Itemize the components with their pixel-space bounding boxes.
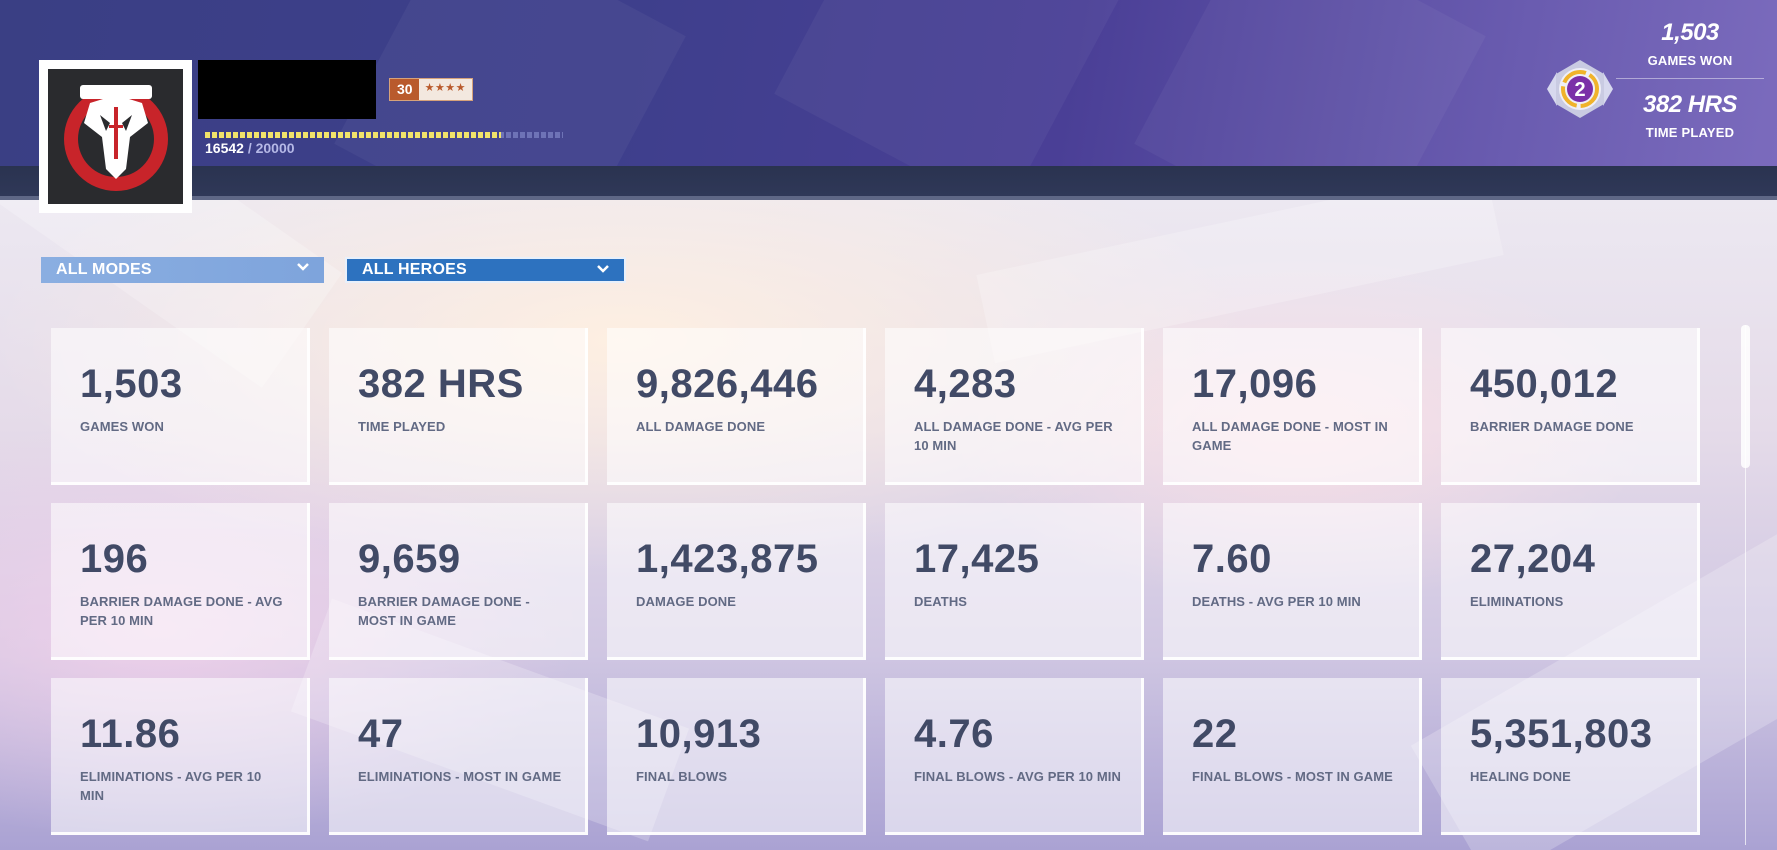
heroes-dropdown[interactable]: ALL HEROES [345, 257, 626, 283]
stat-label: DAMAGE DONE [636, 594, 737, 609]
stat-card: 11.86 ELIMINATIONS - AVG PER 10 MIN [51, 678, 310, 835]
modes-dropdown-label: ALL MODES [56, 261, 152, 278]
stat-card: 7.60 DEATHS - AVG PER 10 MIN [1163, 503, 1422, 660]
stat-value: 9,826,446 [636, 362, 819, 406]
stat-card: 27,204 ELIMINATIONS [1441, 503, 1700, 660]
stats-grid: 1,503 GAMES WON 382 HRS TIME PLAYED 9,826,… [51, 328, 1700, 835]
stat-value: 9,659 [358, 537, 461, 581]
stat-value: 27,204 [1470, 537, 1596, 581]
header-band [0, 166, 1777, 200]
scrollbar-thumb[interactable] [1741, 325, 1750, 468]
xp-readout: 16542 / 20000 [205, 140, 295, 156]
stat-value: 4.76 [914, 712, 994, 756]
summary-divider [1616, 78, 1764, 79]
level-badge: 30 ★★★★ [389, 78, 474, 101]
stat-label: ALL DAMAGE DONE [636, 419, 766, 434]
stat-value: 5,351,803 [1470, 712, 1653, 756]
stat-card: 17,096 ALL DAMAGE DONE - MOST IN GAME [1163, 328, 1422, 485]
player-avatar [39, 60, 192, 213]
stat-value: 4,283 [914, 362, 1017, 406]
stat-label: DEATHS - AVG PER 10 MIN [1192, 594, 1361, 609]
stat-value: 1,423,875 [636, 537, 819, 581]
stat-label: ALL DAMAGE DONE - MOST IN GAME [1192, 419, 1388, 453]
level-number: 30 [390, 79, 419, 100]
stat-card: 4.76 FINAL BLOWS - AVG PER 10 MIN [885, 678, 1144, 835]
stat-label: ALL DAMAGE DONE - AVG PER 10 MIN [914, 419, 1113, 453]
stat-card: 10,913 FINAL BLOWS [607, 678, 866, 835]
rank-emblem-icon: 2 [1543, 58, 1617, 120]
summary-time-played-value: 382 HRS [1643, 91, 1737, 118]
career-summary: 1,503 GAMES WON 382 HRS TIME PLAYED [1616, 19, 1764, 140]
stat-value: 17,425 [914, 537, 1040, 581]
level-stars: ★★★★ [418, 79, 473, 100]
stat-label: BARRIER DAMAGE DONE - AVG PER 10 MIN [80, 594, 283, 628]
stat-card: 1,503 GAMES WON [51, 328, 310, 485]
stat-value: 382 HRS [358, 362, 524, 406]
stat-label: DEATHS [914, 594, 968, 609]
stat-label: FINAL BLOWS [636, 769, 728, 784]
stat-value: 22 [1192, 712, 1238, 756]
stat-card: 5,351,803 HEALING DONE [1441, 678, 1700, 835]
summary-games-won-value: 1,503 [1661, 19, 1719, 46]
stat-value: 1,503 [80, 362, 183, 406]
stat-label: FINAL BLOWS - MOST IN GAME [1192, 769, 1393, 784]
modes-dropdown[interactable]: ALL MODES [41, 257, 324, 283]
header-decoration [774, 0, 1126, 166]
stat-value: 450,012 [1470, 362, 1619, 406]
stat-label: HEALING DONE [1470, 769, 1571, 784]
stat-value: 11.86 [80, 712, 181, 756]
stat-card: 17,425 DEATHS [885, 503, 1144, 660]
stat-card: 9,826,446 ALL DAMAGE DONE [607, 328, 866, 485]
player-name-redacted [198, 60, 376, 119]
stat-card: 22 FINAL BLOWS - MOST IN GAME [1163, 678, 1422, 835]
stat-card: 47 ELIMINATIONS - MOST IN GAME [329, 678, 588, 835]
stat-card: 4,283 ALL DAMAGE DONE - AVG PER 10 MIN [885, 328, 1144, 485]
stat-card: 382 HRS TIME PLAYED [329, 328, 588, 485]
chevron-down-icon [296, 260, 310, 279]
stat-label: BARRIER DAMAGE DONE [1470, 419, 1634, 434]
stat-value: 17,096 [1192, 362, 1318, 406]
stat-label: ELIMINATIONS - MOST IN GAME [358, 769, 562, 784]
xp-max: 20000 [255, 140, 295, 156]
stat-value: 47 [358, 712, 404, 756]
stat-card: 450,012 BARRIER DAMAGE DONE [1441, 328, 1700, 485]
profile-header: 30 ★★★★ 16542 / 20000 2 1,503 GAMES WON … [0, 0, 1777, 166]
stat-card: 9,659 BARRIER DAMAGE DONE - MOST IN GAME [329, 503, 588, 660]
stat-value: 196 [80, 537, 149, 581]
stat-label: GAMES WON [80, 419, 164, 434]
chevron-down-icon [596, 262, 610, 281]
header-decoration [334, 0, 686, 166]
xp-separator: / [247, 140, 252, 156]
heroes-dropdown-label: ALL HEROES [362, 261, 467, 278]
stat-label: BARRIER DAMAGE DONE - MOST IN GAME [358, 594, 530, 628]
header-decoration [1134, 0, 1486, 166]
rank-number: 2 [1574, 79, 1585, 101]
reaper-emblem-icon [48, 69, 183, 204]
xp-progress-bar [205, 132, 563, 138]
stat-label: ELIMINATIONS - AVG PER 10 MIN [80, 769, 262, 803]
stat-label: ELIMINATIONS [1470, 594, 1564, 609]
xp-progress-fill [205, 132, 502, 138]
stat-value: 10,913 [636, 712, 762, 756]
stat-label: TIME PLAYED [358, 419, 446, 434]
stat-value: 7.60 [1192, 537, 1272, 581]
summary-time-played-label: TIME PLAYED [1645, 125, 1735, 140]
stat-label: FINAL BLOWS - AVG PER 10 MIN [914, 769, 1121, 784]
stat-card: 1,423,875 DAMAGE DONE [607, 503, 866, 660]
xp-current: 16542 [205, 140, 244, 156]
stat-card: 196 BARRIER DAMAGE DONE - AVG PER 10 MIN [51, 503, 310, 660]
summary-games-won-label: GAMES WON [1647, 53, 1733, 68]
stats-scrollbar[interactable] [1741, 325, 1750, 845]
